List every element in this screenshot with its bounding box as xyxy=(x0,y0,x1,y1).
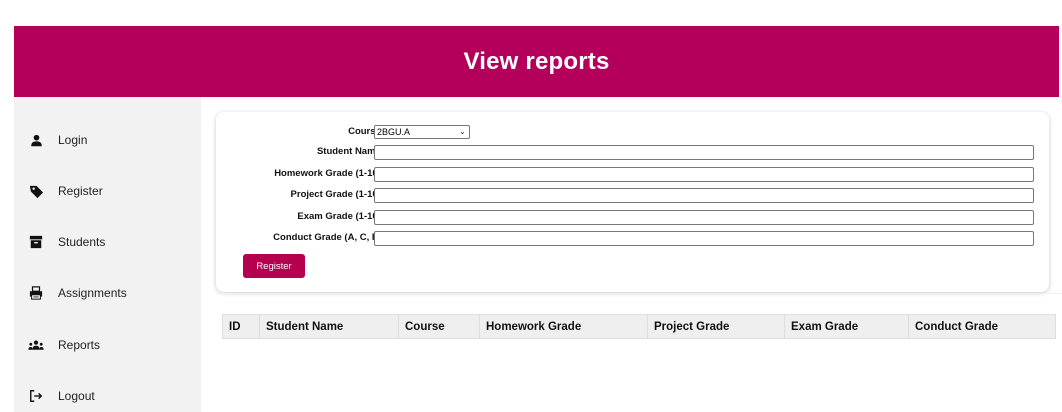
archive-icon xyxy=(28,234,44,250)
sidebar: Login Register Students Assignments Repo… xyxy=(14,97,201,412)
conduct-row: Conduct Grade (A, C, F): xyxy=(216,231,1049,247)
column-header-conduct-grade: Conduct Grade xyxy=(908,314,1056,339)
sidebar-item-reports[interactable]: Reports xyxy=(28,333,100,357)
homework-row: Homework Grade (1-10): xyxy=(216,167,1049,183)
sidebar-item-register[interactable]: Register xyxy=(28,179,103,203)
column-header-homework-grade: Homework Grade xyxy=(479,314,648,339)
column-header-exam-grade: Exam Grade xyxy=(784,314,909,339)
sidebar-item-label: Reports xyxy=(58,338,101,352)
student-name-input[interactable] xyxy=(374,145,1034,160)
exam-row: Exam Grade (1-10): xyxy=(216,210,1049,226)
exam-grade-input[interactable] xyxy=(374,210,1034,225)
sidebar-item-label: Logout xyxy=(58,389,95,403)
register-button[interactable]: Register xyxy=(243,254,305,278)
homework-grade-input[interactable] xyxy=(374,167,1034,182)
page-header: View reports xyxy=(14,26,1059,97)
project-row: Project Grade (1-10): xyxy=(216,188,1049,204)
project-label: Project Grade (1-10): xyxy=(290,189,384,200)
table-header-row: ID Student Name Course Homework Grade Pr… xyxy=(222,314,1056,339)
divider xyxy=(216,293,1062,294)
tag-icon xyxy=(28,183,44,199)
column-header-course: Course xyxy=(398,314,480,339)
printer-icon xyxy=(28,285,44,301)
sidebar-item-students[interactable]: Students xyxy=(28,230,105,254)
page-title: View reports xyxy=(463,47,610,75)
user-icon xyxy=(28,132,44,148)
homework-label: Homework Grade (1-10): xyxy=(274,168,384,179)
course-row: Course: 2BGU.A ⌄ xyxy=(216,125,1049,141)
student-name-row: Student Name: xyxy=(216,145,1049,161)
logout-icon xyxy=(28,388,44,404)
sidebar-item-label: Students xyxy=(58,235,106,249)
course-select[interactable]: 2BGU.A xyxy=(374,125,470,139)
sidebar-item-assignments[interactable]: Assignments xyxy=(28,281,127,305)
users-icon xyxy=(28,337,44,353)
sidebar-item-logout[interactable]: Logout xyxy=(28,384,95,408)
conduct-label: Conduct Grade (A, C, F): xyxy=(273,232,384,243)
report-form: Course: 2BGU.A ⌄ Student Name: Homework … xyxy=(216,112,1049,292)
sidebar-item-label: Login xyxy=(58,133,88,147)
reports-table-wrapper: ID Student Name Course Homework Grade Pr… xyxy=(222,314,1056,339)
column-header-student-name: Student Name xyxy=(259,314,399,339)
column-header-project-grade: Project Grade xyxy=(647,314,785,339)
exam-label: Exam Grade (1-10): xyxy=(297,211,384,222)
sidebar-item-label: Register xyxy=(58,184,103,198)
project-grade-input[interactable] xyxy=(374,188,1034,203)
conduct-grade-input[interactable] xyxy=(374,231,1034,246)
reports-table: ID Student Name Course Homework Grade Pr… xyxy=(222,314,1056,339)
sidebar-item-login[interactable]: Login xyxy=(28,128,87,152)
column-header-id: ID xyxy=(222,314,260,339)
sidebar-item-label: Assignments xyxy=(58,286,127,300)
